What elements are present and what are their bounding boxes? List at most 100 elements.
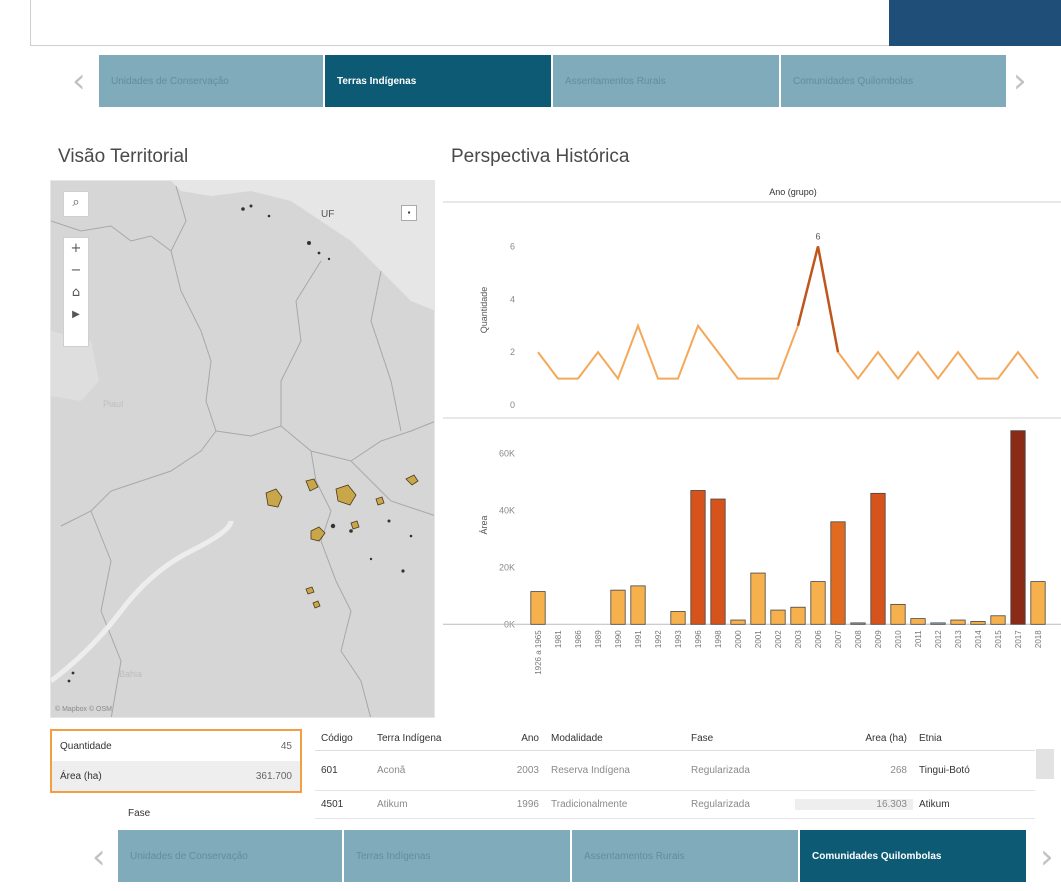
y-tick-label: 2: [510, 347, 515, 357]
cell-ano: 1996: [516, 799, 539, 810]
summary-row-quantidade: Quantidade 45: [52, 731, 300, 761]
historical-charts[interactable]: Ano (grupo) 0 2 4 6 Quantidade 6 0K 20K 40K 60K Ár…: [443, 180, 1061, 718]
tab-terras-indigenas[interactable]: Terras Indígenas: [325, 55, 551, 107]
bar: [830, 521, 846, 625]
x-tick-label: 1993: [674, 630, 683, 648]
bar: [630, 585, 646, 625]
col-header-ano[interactable]: Ano: [483, 733, 545, 744]
cell-terra: Aconã: [377, 765, 406, 776]
tab-unidades-conservacao[interactable]: Unidades de Conservação: [99, 55, 323, 107]
search-icon[interactable]: ⌕: [72, 192, 79, 214]
y-tick-label: 0: [510, 400, 515, 410]
region-label-piaui: Piauí: [103, 399, 124, 409]
table-header: Código Terra Indígena Ano Modalidade Fas…: [315, 727, 1035, 751]
summary-box: Quantidade 45 Área (ha) 361.700: [50, 729, 302, 793]
bar: [530, 591, 546, 625]
x-tick-label: 2006: [814, 630, 823, 648]
y-tick-label: 4: [510, 294, 515, 304]
map-canvas: [51, 181, 434, 717]
bar: [610, 589, 626, 625]
x-tick-label: 2003: [794, 630, 803, 648]
bar: [990, 615, 1006, 625]
x-tick-label: 1926 a 1965: [534, 630, 543, 675]
cell-modalidade: Reserva Indígena: [551, 765, 630, 776]
x-tick-label: 2014: [974, 630, 983, 648]
uf-legend-toggle[interactable]: ▪: [401, 205, 417, 221]
cell-ano: 2003: [516, 765, 539, 776]
x-tick-label: 1991: [634, 630, 643, 648]
y-tick-label: 40K: [499, 505, 515, 515]
play-icon[interactable]: ▶: [72, 304, 80, 326]
map-attribution: © Mapbox © OSM: [55, 706, 112, 713]
tab-assentamentos-rurais[interactable]: Assentamentos Rurais: [572, 830, 798, 882]
fase-filter-label: Fase: [128, 808, 151, 819]
summary-value: 45: [280, 740, 292, 752]
chart-section-title: Perspectiva Histórica: [451, 146, 630, 167]
y-tick-label: 6: [510, 241, 515, 251]
x-tick-label: 1981: [554, 630, 563, 648]
summary-label: Área (ha): [60, 770, 102, 782]
bar: [810, 581, 826, 625]
x-tick-label: 2001: [754, 630, 763, 648]
col-header-area[interactable]: Área (ha): [795, 733, 913, 744]
table-scrollbar[interactable]: [1036, 749, 1054, 779]
cell-codigo: 601: [321, 765, 338, 776]
y-tick-label: 20K: [499, 562, 515, 572]
col-header-fase[interactable]: Fase: [685, 733, 795, 744]
zoom-in-icon[interactable]: +: [71, 238, 82, 260]
col-header-etnia[interactable]: Etnia: [913, 733, 1023, 744]
bar: [950, 619, 966, 625]
x-tick-label: 2018: [1034, 630, 1043, 648]
zoom-out-icon[interactable]: −: [71, 260, 82, 282]
x-tick-label: 1992: [654, 630, 663, 648]
data-label: 6: [815, 231, 820, 241]
x-tick-label: 1998: [714, 630, 723, 648]
tab-comunidades-quilombolas[interactable]: Comunidades Quilombolas: [800, 830, 1026, 882]
x-tick-label: 2011: [914, 630, 923, 648]
cell-modalidade: Tradicionalmente: [551, 799, 628, 810]
bar: [870, 492, 886, 625]
cell-codigo: 4501: [321, 799, 344, 810]
x-tick-label: 2013: [954, 630, 963, 648]
y-axis-label: Quantidade: [479, 287, 489, 334]
summary-row-area: Área (ha) 361.700: [52, 761, 300, 791]
header-accent: [889, 0, 1061, 46]
bar: [1010, 430, 1026, 625]
home-icon[interactable]: ⌂: [72, 282, 80, 304]
map-zoom-controls: + − ⌂ ▶: [63, 237, 89, 347]
x-tick-label: 1989: [594, 630, 603, 648]
x-tick-label: 1986: [574, 630, 583, 648]
tab-comunidades-quilombolas[interactable]: Comunidades Quilombolas: [781, 55, 1006, 107]
next-arrow-icon[interactable]: ›: [1040, 840, 1054, 874]
tab-unidades-conservacao[interactable]: Unidades de Conservação: [118, 830, 342, 882]
uf-legend-label: UF: [321, 209, 335, 220]
cell-terra: Atikum: [377, 799, 408, 810]
col-header-modalidade[interactable]: Modalidade: [545, 733, 685, 744]
bar: [1030, 581, 1046, 625]
tab-assentamentos-rurais[interactable]: Assentamentos Rurais: [553, 55, 779, 107]
bar: [730, 619, 746, 625]
cell-etnia: Atikum: [919, 799, 950, 810]
col-header-terra[interactable]: Terra Indígena: [371, 733, 483, 744]
next-arrow-icon[interactable]: ›: [1013, 64, 1027, 98]
bar: [770, 609, 786, 625]
y-tick-label: 60K: [499, 448, 515, 458]
table-row[interactable]: 4501 Atikum 1996 Tradicionalmente Regula…: [315, 791, 1035, 819]
tab-terras-indigenas[interactable]: Terras Indígenas: [344, 830, 570, 882]
prev-arrow-icon[interactable]: ‹: [92, 840, 106, 874]
cell-etnia: Tingui-Botó: [919, 765, 970, 776]
bottom-tab-bar: Unidades de Conservação Terras Indígenas…: [118, 830, 1028, 882]
bar: [970, 621, 986, 625]
col-header-codigo[interactable]: Código: [315, 733, 371, 744]
x-tick-label: 2007: [834, 630, 843, 648]
table-row[interactable]: 601 Aconã 2003 Reserva Indígena Regulari…: [315, 751, 1035, 791]
bar: [930, 622, 946, 625]
prev-arrow-icon[interactable]: ‹: [72, 64, 86, 98]
bar: [670, 611, 686, 625]
bar: [890, 603, 906, 625]
bar: [690, 490, 706, 625]
map-search-control[interactable]: ⌕: [63, 191, 89, 217]
territorial-map[interactable]: ⌕ + − ⌂ ▶ UF ▪ Piauí Bahia © Mapbox © OS…: [50, 180, 435, 718]
charts-canvas: Ano (grupo)0246Quantidade6 0K20K40K60KÁr…: [443, 180, 1061, 718]
top-tab-bar: Unidades de Conservação Terras Indígenas…: [99, 55, 1008, 107]
